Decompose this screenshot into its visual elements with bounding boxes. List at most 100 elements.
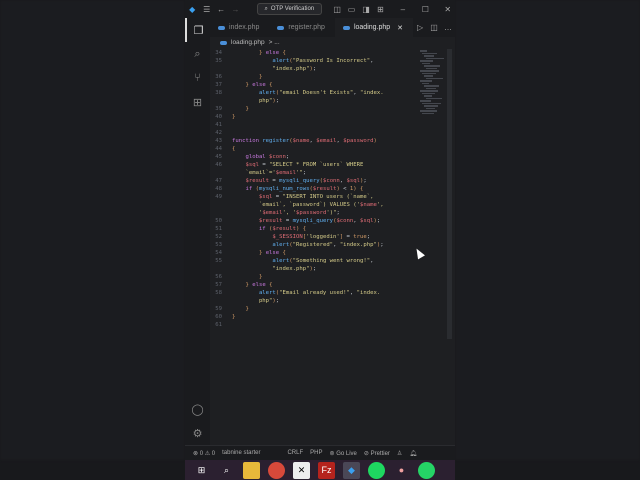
go-live-button[interactable]: ⊚ Go Live <box>329 450 356 457</box>
minimap-line <box>420 60 433 62</box>
line-number: 45 <box>215 154 222 160</box>
code-token: $sql <box>346 178 361 184</box>
split-editor-icon[interactable]: ◫ <box>427 23 441 32</box>
code-token: = <box>343 234 354 240</box>
activity-bar: ❐ ⌕ ⑂ ⊞ ◯ ⚙ <box>185 18 210 445</box>
close-tab-icon[interactable]: ✕ <box>397 24 403 32</box>
search-view-icon[interactable]: ⌕ <box>185 42 210 66</box>
code-token: { <box>232 146 236 152</box>
spotify-icon[interactable] <box>368 461 385 479</box>
eol-indicator[interactable]: CRLF <box>287 450 303 456</box>
settings-gear-icon[interactable]: ⚙ <box>185 421 210 445</box>
code-token: $result <box>272 226 296 232</box>
accounts-icon[interactable]: ♙ <box>397 450 402 457</box>
code-line: 52 $_SESSION['loggedin'] = true; <box>210 233 415 241</box>
minimize-icon[interactable]: – <box>396 5 410 14</box>
code-token: ' <box>232 210 263 216</box>
file-explorer-icon[interactable] <box>243 461 260 479</box>
whatsapp-icon[interactable] <box>418 461 435 479</box>
notifications-bell-icon[interactable]: 🔔︎ <box>409 450 417 457</box>
explorer-icon[interactable]: ❐ <box>185 18 210 42</box>
code-token: ; <box>363 178 367 184</box>
minimap-line <box>426 57 444 59</box>
vscode-taskbar-icon[interactable]: ◆ <box>343 461 360 479</box>
code-token: $conn <box>336 218 354 224</box>
toggle-secondary-sidebar-icon[interactable]: ◨ <box>359 5 373 14</box>
language-mode[interactable]: PHP <box>310 450 322 456</box>
code-line: 38 alert("email Doesn't Exists", "index. <box>210 89 415 97</box>
code-token: function <box>232 138 263 144</box>
prettier-label: Prettier <box>370 450 390 457</box>
code-line: 42 <box>210 129 415 137</box>
code-line: `email`=' $email '"; <box>210 169 415 177</box>
line-number: 59 <box>215 306 222 312</box>
vscode-logo-icon: ◆ <box>189 4 196 14</box>
minimap-line <box>424 85 439 87</box>
breadcrumb-file[interactable]: loading.php <box>231 39 265 46</box>
code-editor[interactable]: 34 } else {35 alert("Password Is Incorre… <box>210 49 415 329</box>
windows-start-icon[interactable]: ⊞ <box>193 462 210 479</box>
code-token: mysqli_num_rows <box>258 186 310 192</box>
prettier-button[interactable]: ⊘ Prettier <box>364 450 390 457</box>
chrome-icon[interactable] <box>268 461 285 479</box>
problems-indicator[interactable]: ⊗ 0 ⚠ 0 <box>193 450 215 457</box>
tab-label: index.php <box>229 24 260 31</box>
code-line: 50 $result = mysqli_query($conn, $sql); <box>210 217 415 225</box>
back-arrow-icon[interactable]: ← <box>214 5 228 14</box>
code-line: 48 if (mysqli_num_rows($result) < 1) { <box>210 185 415 193</box>
tab-label: register.php <box>288 24 325 31</box>
menu-icon[interactable]: ☰ <box>199 5 213 14</box>
line-number: 50 <box>215 218 222 224</box>
code-token: } <box>232 274 263 280</box>
line-number: 49 <box>215 194 222 200</box>
run-icon[interactable]: ▷ <box>413 23 427 32</box>
line-number <box>210 97 232 105</box>
code-token: } <box>232 50 266 56</box>
minimap-line <box>422 92 435 94</box>
more-actions-icon[interactable]: … <box>441 23 455 32</box>
layout-icon[interactable]: ⊞ <box>373 5 387 14</box>
code-line: 41 <box>210 121 415 129</box>
tab-index-php[interactable]: index.php <box>210 18 269 37</box>
tab-loading-php[interactable]: loading.php ✕ <box>334 18 414 37</box>
close-window-icon[interactable]: ✕ <box>441 5 455 14</box>
code-token: < <box>339 186 350 192</box>
extensions-icon[interactable]: ⊞ <box>185 90 210 114</box>
minimap-line <box>420 100 431 102</box>
source-control-icon[interactable]: ⑂ <box>185 66 210 90</box>
code-token: $sql <box>360 218 374 224</box>
toggle-panel-icon[interactable]: ▭ <box>344 5 358 14</box>
tab-register-php[interactable]: register.php <box>269 18 335 37</box>
filezilla-icon[interactable]: Fz <box>318 461 335 479</box>
breadcrumb-symbol[interactable]: > ... <box>269 39 280 46</box>
minimap[interactable] <box>420 49 444 129</box>
minimap-line <box>424 95 432 97</box>
code-token: $result <box>312 186 337 192</box>
breadcrumb: loading.php > ... <box>210 37 455 48</box>
line-number <box>210 169 232 177</box>
code-line: 56 } <box>210 273 415 281</box>
blurred-background-right <box>455 0 640 460</box>
code-line: 44 { <box>210 145 415 153</box>
code-token: ) <box>373 138 377 144</box>
line-number: 52 <box>215 234 222 240</box>
code-token: ; <box>302 170 307 176</box>
tabnine-status[interactable]: tabnine starter <box>222 450 260 456</box>
code-token: "Email already used!" <box>279 290 350 296</box>
toggle-sidebar-icon[interactable]: ◫ <box>330 5 344 14</box>
maximize-icon[interactable]: ☐ <box>418 5 432 14</box>
code-token: alert <box>232 290 276 296</box>
taskbar-search-icon[interactable]: ⌕ <box>218 462 235 479</box>
code-token: $result <box>232 218 283 224</box>
paint-icon[interactable]: ● <box>393 462 410 479</box>
minimap-line <box>426 77 443 79</box>
forward-arrow-icon[interactable]: → <box>228 5 242 14</box>
code-token: register <box>262 138 290 144</box>
account-icon[interactable]: ◯ <box>185 397 210 421</box>
scrollbar[interactable] <box>447 49 452 339</box>
command-center-search[interactable]: ⌕ OTP Verification <box>256 3 322 15</box>
code-token: = <box>269 178 280 184</box>
code-token: mysqli_query <box>279 178 320 184</box>
code-line: 61 <box>210 321 415 329</box>
capcut-icon[interactable]: ✕ <box>293 461 310 479</box>
